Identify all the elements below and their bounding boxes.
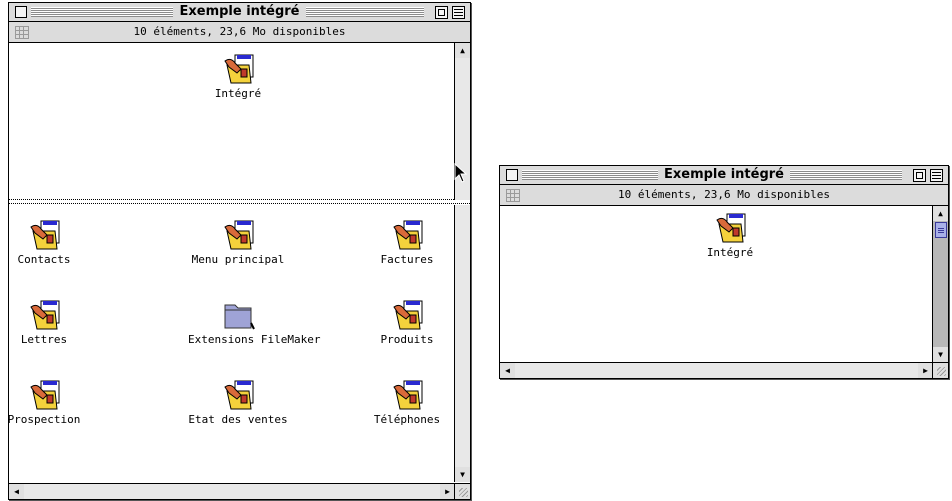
collapse-box[interactable] (452, 6, 465, 19)
scroll-left-arrow[interactable]: ◀ (9, 484, 24, 499)
window-content: Intégré (500, 206, 932, 362)
vertical-scrollbar[interactable]: ▲ ▼ (932, 206, 948, 362)
filemaker-solution-icon (716, 213, 746, 243)
window-title: Exemple intégré (173, 4, 306, 19)
filemaker-solution-icon (224, 220, 254, 250)
filemaker-solution-icon (30, 300, 60, 330)
scroll-left-arrow[interactable]: ◀ (500, 363, 515, 378)
pane-divider[interactable] (9, 199, 470, 200)
file-label: Menu principal (191, 253, 285, 266)
resize-grip-icon[interactable] (932, 362, 948, 378)
finder-window-small: Exemple intégré 10 éléments, 23,6 Mo dis… (499, 165, 949, 379)
finder-window-large: Exemple intégré 10 éléments, 23,6 Mo dis… (8, 2, 471, 500)
folder-label: Extensions FileMaker (188, 333, 321, 346)
file-item[interactable]: Factures (357, 217, 457, 266)
title-bar[interactable]: Exemple intégré (500, 166, 948, 185)
window-title: Exemple intégré (657, 167, 790, 182)
scroll-right-arrow[interactable]: ▶ (440, 484, 455, 499)
file-item[interactable]: Intégré (188, 51, 288, 100)
scroll-up-arrow[interactable]: ▲ (455, 43, 470, 58)
file-item[interactable]: Téléphones (357, 377, 457, 426)
file-item[interactable]: Menu principal (188, 217, 288, 266)
title-bar[interactable]: Exemple intégré (9, 3, 470, 22)
file-label: Factures (380, 253, 434, 266)
file-item[interactable]: Lettres (0, 297, 94, 346)
mouse-pointer-icon (454, 163, 468, 183)
horizontal-scrollbar[interactable]: ◀ ▶ (500, 362, 933, 378)
file-label: Lettres (20, 333, 68, 346)
filemaker-solution-icon (30, 220, 60, 250)
disk-info: 10 éléments, 23,6 Mo disponibles (618, 188, 830, 201)
file-item[interactable]: Intégré (680, 210, 780, 259)
file-label: Contacts (17, 253, 71, 266)
window-header: 10 éléments, 23,6 Mo disponibles (500, 185, 948, 206)
pane-divider-lower (9, 203, 470, 204)
scroll-right-arrow[interactable]: ▶ (918, 363, 933, 378)
file-label: Prospection (7, 413, 81, 426)
scroll-down-arrow[interactable]: ▼ (455, 467, 470, 482)
file-label: Intégré (214, 87, 262, 100)
file-label: Etat des ventes (188, 413, 288, 426)
filemaker-solution-icon (393, 380, 423, 410)
horizontal-scrollbar[interactable]: ◀ ▶ (9, 483, 455, 499)
scroll-thumb[interactable] (935, 222, 947, 238)
disk-info: 10 éléments, 23,6 Mo disponibles (133, 25, 346, 38)
folder-icon (224, 304, 255, 330)
scroll-up-arrow[interactable]: ▲ (933, 206, 948, 221)
filemaker-solution-icon (224, 380, 254, 410)
file-label: Intégré (706, 246, 754, 259)
bottom-vertical-scrollbar[interactable]: ▼ (454, 205, 470, 482)
filemaker-solution-icon (393, 220, 423, 250)
file-item[interactable]: Contacts (0, 217, 94, 266)
file-item[interactable]: Etat des ventes (188, 377, 288, 426)
resize-grip-icon[interactable] (454, 483, 470, 499)
folder-item[interactable]: Extensions FileMaker (188, 297, 321, 346)
zoom-box[interactable] (913, 169, 926, 182)
collapse-box[interactable] (930, 169, 943, 182)
window-header: 10 éléments, 23,6 Mo disponibles (9, 22, 470, 43)
file-item[interactable]: Produits (357, 297, 457, 346)
window-title-wrap: Exemple intégré (500, 166, 948, 184)
scroll-down-arrow[interactable]: ▼ (933, 347, 948, 362)
top-pane: Intégré (9, 43, 453, 200)
bottom-pane: Contacts Menu principal Factures Lettres… (8, 205, 453, 482)
filemaker-solution-icon (224, 54, 254, 84)
file-label: Téléphones (373, 413, 441, 426)
file-label: Produits (380, 333, 434, 346)
filemaker-solution-icon (30, 380, 60, 410)
filemaker-solution-icon (393, 300, 423, 330)
file-item[interactable]: Prospection (0, 377, 94, 426)
window-title-wrap: Exemple intégré (9, 3, 470, 21)
zoom-box[interactable] (435, 6, 448, 19)
